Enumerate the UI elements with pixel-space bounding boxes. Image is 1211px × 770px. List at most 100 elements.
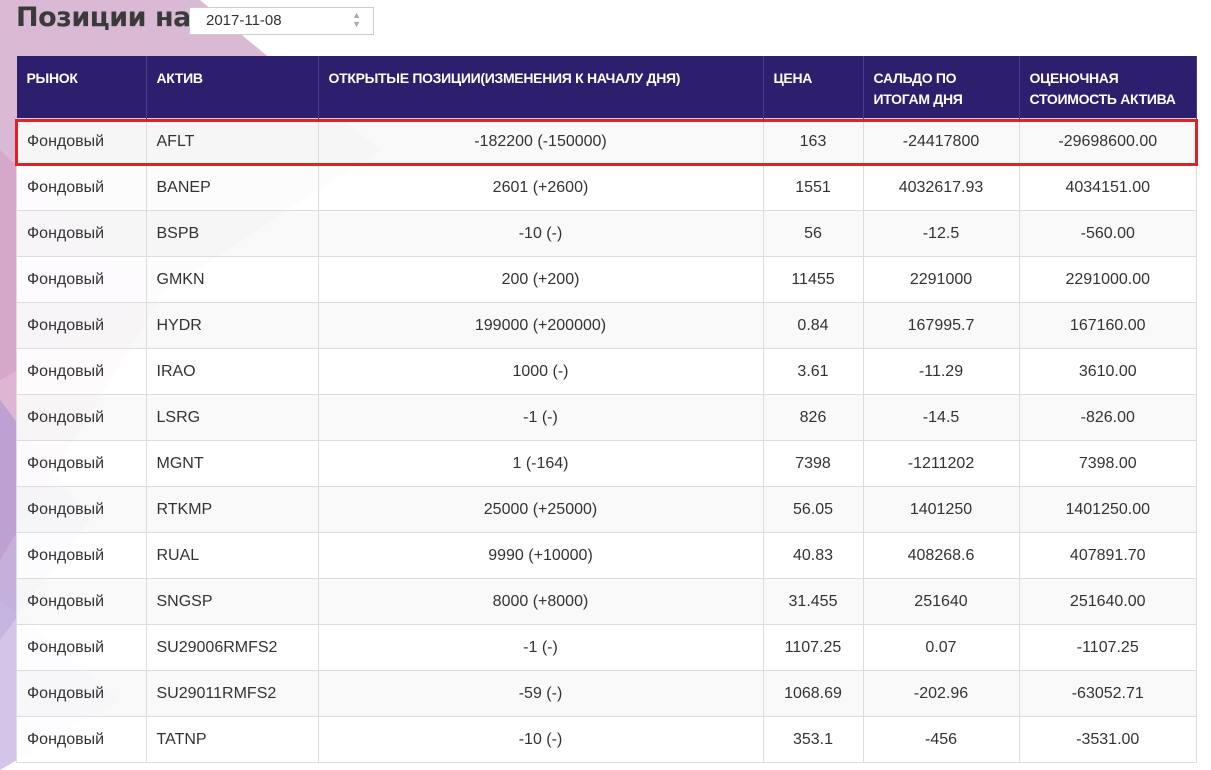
cell-estimated-value: 4034151.00 <box>1018 164 1197 211</box>
col-estimated-value: ОЦЕНОЧНАЯ СТОИМОСТЬ АКТИВА <box>1019 56 1197 119</box>
cell-day-balance: -202.96 <box>862 670 1020 717</box>
cell-market: Фондовый <box>16 302 147 349</box>
cell-open-positions: -10 (-) <box>317 716 764 763</box>
table-row: Фондовый LSRG -1 (-) 826 -14.5 -826.00 <box>16 394 1197 441</box>
col-market: РЫНОК <box>16 56 147 119</box>
cell-price: 1068.69 <box>762 670 864 717</box>
cell-market: Фондовый <box>16 440 147 487</box>
cell-price: 1107.25 <box>762 624 864 671</box>
cell-price: 31.455 <box>762 578 864 625</box>
table-row: Фондовый SU29006RMFS2 -1 (-) 1107.25 0.07 -11… <box>16 624 1197 671</box>
cell-price: 0.84 <box>762 302 864 349</box>
cell-market: Фондовый <box>16 532 147 579</box>
cell-price: 353.1 <box>762 716 864 763</box>
cell-estimated-value: 167160.00 <box>1018 302 1197 349</box>
cell-asset: SNGSP <box>145 578 319 625</box>
cell-open-positions: -1 (-) <box>317 394 764 441</box>
cell-asset: SU29011RMFS2 <box>145 670 319 717</box>
table-row: Фондовый SU29011RMFS2 -59 (-) 1068.69 -202.9… <box>16 670 1197 717</box>
cell-price: 11455 <box>762 256 864 303</box>
table-row: Фондовый MGNT 1 (-164) 7398 -1211202 7398.00 <box>16 440 1197 487</box>
cell-day-balance: 408268.6 <box>862 532 1020 579</box>
cell-market: Фондовый <box>16 670 147 717</box>
cell-market: Фондовый <box>16 716 147 763</box>
cell-market: Фондовый <box>16 486 147 533</box>
cell-asset: IRAO <box>145 348 319 395</box>
cell-open-positions: -10 (-) <box>317 210 764 257</box>
cell-estimated-value: 7398.00 <box>1018 440 1197 487</box>
col-price: ЦЕНА <box>763 56 864 119</box>
table-row: Фондовый GMKN 200 (+200) 11455 2291000 229100… <box>16 256 1197 303</box>
cell-open-positions: 25000 (+25000) <box>317 486 764 533</box>
date-input[interactable]: 2017-11-08 ▲ ▼ <box>189 7 374 35</box>
cell-market: Фондовый <box>16 624 147 671</box>
cell-estimated-value: -63052.71 <box>1018 670 1197 717</box>
table-row: Фондовый HYDR 199000 (+200000) 0.84 167995.7… <box>16 302 1197 349</box>
cell-asset: BANEP <box>145 164 319 211</box>
cell-day-balance: -12.5 <box>862 210 1020 257</box>
cell-estimated-value: 3610.00 <box>1018 348 1197 395</box>
cell-price: 826 <box>762 394 864 441</box>
cell-estimated-value: -560.00 <box>1018 210 1197 257</box>
cell-open-positions: -59 (-) <box>317 670 764 717</box>
cell-day-balance: 1401250 <box>862 486 1020 533</box>
col-asset: АКТИВ <box>146 56 319 119</box>
table-header: РЫНОК АКТИВ ОТКРЫТЫЕ ПОЗИЦИИ(ИЗМЕНЕНИЯ К… <box>16 56 1197 119</box>
cell-asset: SU29006RMFS2 <box>145 624 319 671</box>
table-row: Фондовый TATNP -10 (-) 353.1 -456 -3531.00 <box>16 716 1197 763</box>
cell-market: Фондовый <box>16 348 147 395</box>
cell-asset: GMKN <box>145 256 319 303</box>
cell-estimated-value: 251640.00 <box>1018 578 1197 625</box>
cell-day-balance: -11.29 <box>862 348 1020 395</box>
cell-price: 56 <box>762 210 864 257</box>
cell-estimated-value: -826.00 <box>1018 394 1197 441</box>
cell-asset: MGNT <box>145 440 319 487</box>
cell-open-positions: 199000 (+200000) <box>317 302 764 349</box>
cell-day-balance: 0.07 <box>862 624 1020 671</box>
cell-open-positions: 9990 (+10000) <box>317 532 764 579</box>
cell-open-positions: 200 (+200) <box>317 256 764 303</box>
cell-asset: RTKMP <box>145 486 319 533</box>
highlight-box <box>15 119 1198 166</box>
cell-price: 40.83 <box>762 532 864 579</box>
cell-day-balance: -14.5 <box>862 394 1020 441</box>
cell-day-balance: 167995.7 <box>862 302 1020 349</box>
cell-estimated-value: 407891.70 <box>1018 532 1197 579</box>
cell-day-balance: 251640 <box>862 578 1020 625</box>
cell-price: 7398 <box>762 440 864 487</box>
cell-estimated-value: 2291000.00 <box>1018 256 1197 303</box>
cell-open-positions: -1 (-) <box>317 624 764 671</box>
table-row: Фондовый SNGSP 8000 (+8000) 31.455 251640 251… <box>16 578 1197 625</box>
cell-day-balance: -1211202 <box>862 440 1020 487</box>
cell-market: Фондовый <box>16 578 147 625</box>
cell-market: Фондовый <box>16 164 147 211</box>
table-row: Фондовый BSPB -10 (-) 56 -12.5 -560.00 <box>16 210 1197 257</box>
cell-open-positions: 8000 (+8000) <box>317 578 764 625</box>
cell-price: 56.05 <box>762 486 864 533</box>
table-row: Фондовый RTKMP 25000 (+25000) 56.05 1401250 1… <box>16 486 1197 533</box>
col-open-positions: ОТКРЫТЫЕ ПОЗИЦИИ(ИЗМЕНЕНИЯ К НАЧАЛУ ДНЯ) <box>318 56 764 119</box>
cell-estimated-value: -1107.25 <box>1018 624 1197 671</box>
cell-price: 1551 <box>762 164 864 211</box>
table-row: Фондовый IRAO 1000 (-) 3.61 -11.29 3610.00 <box>16 348 1197 395</box>
cell-open-positions: 1 (-164) <box>317 440 764 487</box>
cell-day-balance: 2291000 <box>862 256 1020 303</box>
cell-asset: RUAL <box>145 532 319 579</box>
table-row: Фондовый RUAL 9990 (+10000) 40.83 408268.6 40… <box>16 532 1197 579</box>
col-day-balance: САЛЬДО ПО ИТОГАМ ДНЯ <box>863 56 1020 119</box>
cell-estimated-value: 1401250.00 <box>1018 486 1197 533</box>
cell-day-balance: 4032617.93 <box>862 164 1020 211</box>
spinner-icon[interactable]: ▲ ▼ <box>352 11 361 29</box>
cell-asset: TATNP <box>145 716 319 763</box>
cell-market: Фондовый <box>16 256 147 303</box>
cell-asset: BSPB <box>145 210 319 257</box>
page-title: Позиции на <box>16 2 191 33</box>
date-value: 2017-11-08 <box>206 12 282 29</box>
cell-asset: HYDR <box>145 302 319 349</box>
cell-market: Фондовый <box>16 210 147 257</box>
cell-estimated-value: -3531.00 <box>1018 716 1197 763</box>
cell-open-positions: 2601 (+2600) <box>317 164 764 211</box>
cell-market: Фондовый <box>16 394 147 441</box>
cell-open-positions: 1000 (-) <box>317 348 764 395</box>
table-row: Фондовый BANEP 2601 (+2600) 1551 4032617.93 4… <box>16 164 1197 211</box>
